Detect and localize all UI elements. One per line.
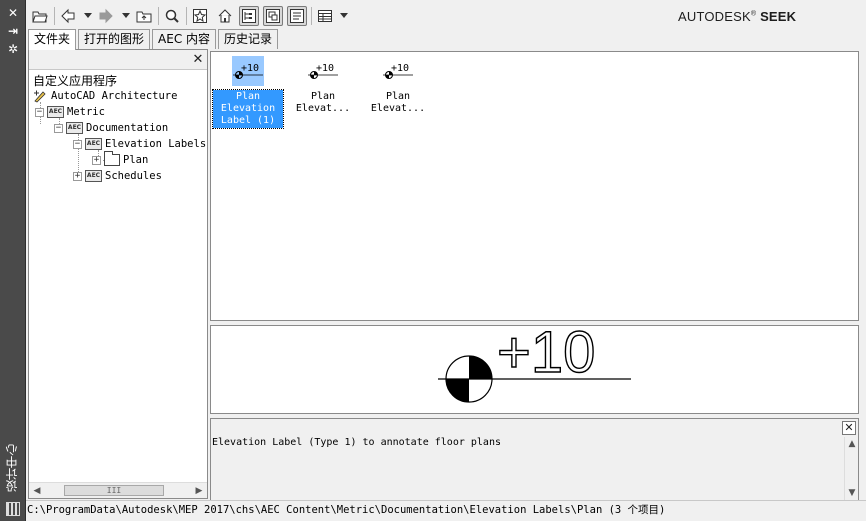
design-center-window: AUTODESK® SEEK 文件夹 打开的图形 AEC 内容 历史记录 ✕ 自… (26, 0, 866, 521)
tree-view-toggle-icon[interactable] (239, 6, 259, 26)
status-bar: C:\ProgramData\Autodesk\MEP 2017\chs\AEC… (26, 500, 866, 521)
tree-item-plan[interactable]: + Plan (92, 151, 149, 168)
content-item-caption: Plan Elevat... (295, 91, 351, 114)
tab-aec-content[interactable]: AEC 内容 (152, 29, 217, 49)
tree-root-label[interactable]: 自定义应用程序 (33, 72, 117, 89)
close-icon[interactable]: ✕ (5, 6, 21, 20)
description-toggle-icon[interactable] (287, 6, 307, 26)
tree-item-label: Schedules (105, 170, 162, 182)
scroll-up-icon[interactable]: ▲ (846, 438, 858, 450)
collapse-icon[interactable]: − (73, 139, 82, 149)
elevation-label-preview: +10 (438, 319, 631, 403)
views-icon[interactable] (315, 6, 335, 26)
up-folder-icon[interactable] (134, 6, 154, 26)
content-item[interactable]: +10 Plan Elevation Label (1) (212, 56, 284, 129)
tree-item-elevation-labels[interactable]: − AEC Elevation Labels (73, 136, 206, 152)
tree-horizontal-scrollbar[interactable]: ◀ III ▶ (29, 482, 207, 498)
scroll-down-icon[interactable]: ▼ (846, 487, 858, 499)
favorites-icon[interactable] (190, 6, 210, 26)
palette-grip-icon[interactable] (6, 502, 20, 516)
palette-title: 设计中心 (5, 444, 19, 492)
content-item-caption: Plan Elevation Label (1) (212, 89, 284, 129)
scroll-thumb[interactable]: III (64, 485, 164, 496)
scroll-right-icon[interactable]: ▶ (193, 485, 205, 497)
tree-item-label: Plan (123, 154, 149, 166)
forward-dropdown-icon[interactable] (122, 13, 130, 18)
autodesk-seek-logo[interactable]: AUTODESK® SEEK (678, 9, 796, 24)
tab-open-drawings[interactable]: 打开的图形 (78, 29, 151, 49)
folder-icon (104, 151, 120, 166)
svg-text:+10: +10 (241, 63, 259, 74)
tree-item-schedules[interactable]: + AEC Schedules (73, 168, 162, 184)
aec-folder-icon: AEC (66, 122, 83, 134)
toolbar: AUTODESK® SEEK (26, 0, 866, 32)
search-icon[interactable] (162, 6, 182, 26)
back-icon[interactable] (58, 6, 78, 26)
tab-history[interactable]: 历史记录 (218, 29, 279, 49)
palette-title-strip: ✕ ⇥ ✲ 设计中心 (0, 0, 26, 521)
content-item-caption: Plan Elevat... (370, 91, 426, 114)
preview-pane: +10 (210, 319, 859, 414)
views-dropdown-icon[interactable] (340, 13, 348, 18)
collapse-icon[interactable]: − (35, 107, 44, 117)
aec-folder-icon: AEC (85, 138, 102, 150)
aec-folder-icon: AEC (47, 106, 64, 118)
close-tree-icon[interactable]: ✕ (191, 53, 205, 67)
content-item[interactable]: +10 Plan Elevat... (288, 56, 358, 116)
elevation-label-thumbnail: +10 (363, 56, 433, 86)
tab-folders[interactable]: 文件夹 (28, 29, 77, 50)
tab-bar: 文件夹 打开的图形 AEC 内容 历史记录 (28, 29, 280, 50)
expand-icon[interactable]: + (73, 171, 82, 181)
elevation-label-thumbnail: +10 (232, 56, 264, 86)
tree-item-label: Elevation Labels (105, 138, 207, 150)
svg-text:+10: +10 (391, 63, 409, 74)
scroll-left-icon[interactable]: ◀ (31, 485, 43, 497)
tree-pane-header: ✕ (29, 50, 207, 70)
elevation-label-thumbnail: +10 (288, 56, 358, 86)
preview-toggle-icon[interactable] (263, 6, 283, 26)
forward-icon[interactable] (96, 6, 116, 26)
tree-item-label: AutoCAD Architecture (51, 90, 178, 102)
expand-icon[interactable]: + (92, 155, 101, 165)
description-vertical-scrollbar[interactable]: ▲ ▼ (844, 437, 858, 500)
autohide-icon[interactable]: ⇥ (5, 24, 21, 38)
content-item[interactable]: +10 Plan Elevat... (363, 56, 433, 116)
application-icon (33, 89, 47, 103)
description-pane: ✕ Elevation Label (Type 1) to annotate f… (210, 418, 859, 501)
tree-item-metric[interactable]: − AEC Metric (35, 104, 105, 120)
description-text: Elevation Label (Type 1) to annotate flo… (212, 437, 501, 448)
svg-text:+10: +10 (316, 63, 334, 74)
tree-item-label: Documentation (86, 122, 169, 134)
tree-item-autocad-architecture[interactable]: AutoCAD Architecture (33, 88, 177, 104)
close-description-icon[interactable]: ✕ (842, 421, 856, 435)
home-icon[interactable] (215, 6, 235, 26)
tree-item-label: Metric (67, 106, 105, 118)
folder-tree-pane: ✕ 自定义应用程序 AutoCAD Architecture − AEC Met… (28, 49, 208, 499)
content-area: +10 Plan Elevation Label (1) +10 Plan El… (210, 51, 859, 321)
svg-text:+10: +10 (497, 326, 595, 385)
load-folder-icon[interactable] (30, 6, 50, 26)
aec-folder-icon: AEC (85, 170, 102, 182)
back-dropdown-icon[interactable] (84, 13, 92, 18)
collapse-icon[interactable]: − (54, 123, 63, 133)
tree-item-documentation[interactable]: − AEC Documentation (54, 120, 168, 136)
properties-icon[interactable]: ✲ (5, 42, 21, 56)
